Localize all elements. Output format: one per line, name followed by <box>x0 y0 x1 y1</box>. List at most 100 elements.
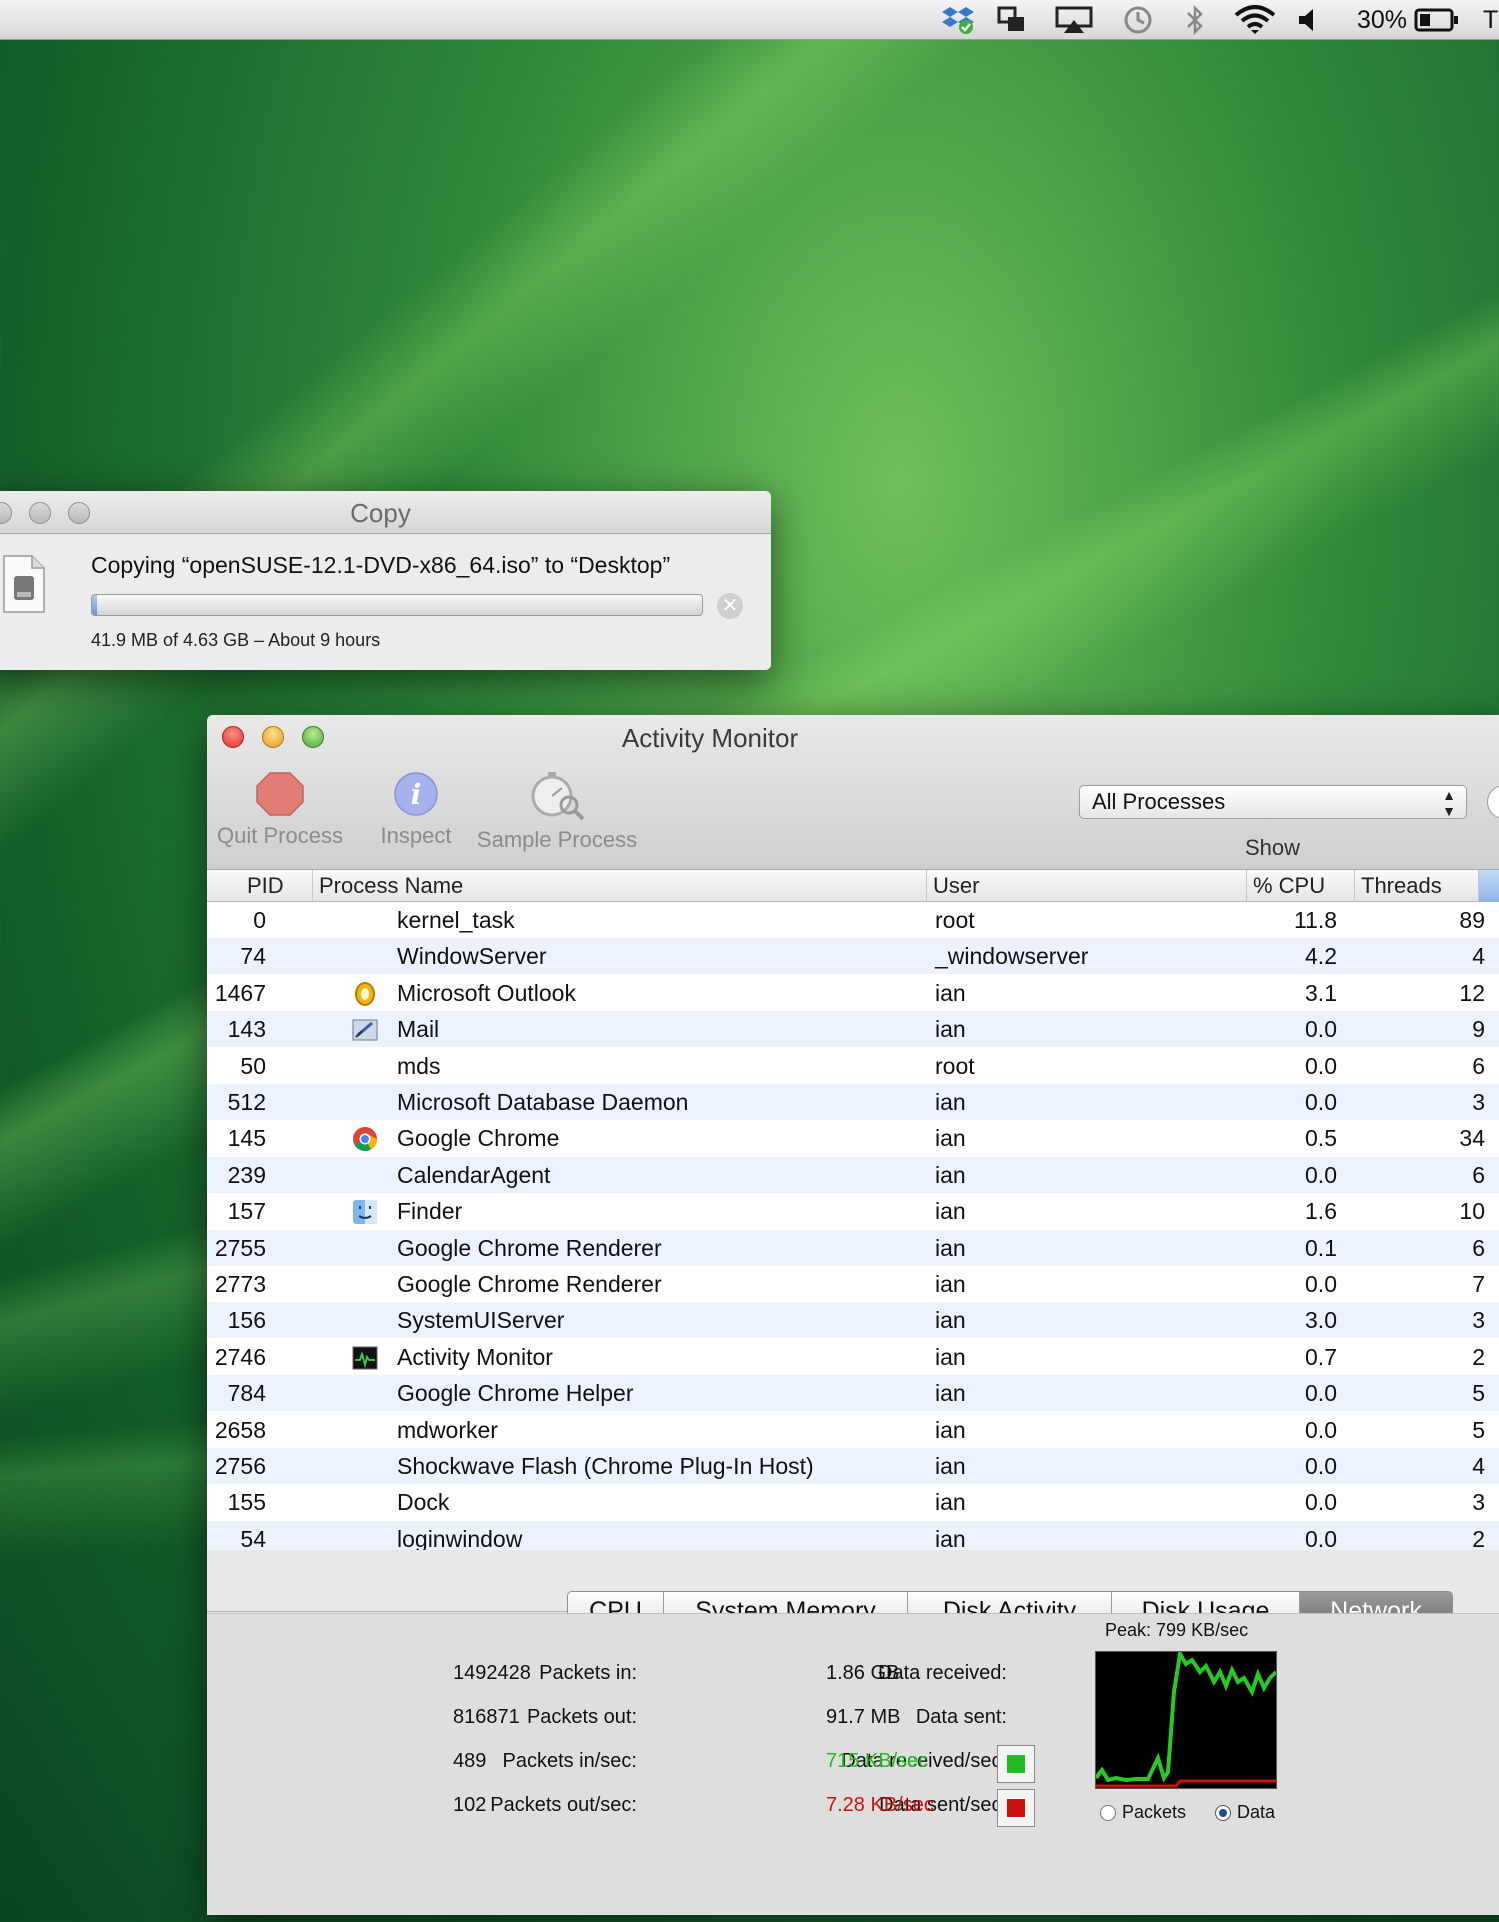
cpu-cell: 0.5 <box>1305 1125 1337 1152</box>
peak-label: Peak: 799 KB/sec <box>1105 1620 1249 1640</box>
display-mirroring-icon[interactable] <box>994 4 1030 36</box>
cpu-cell: 3.1 <box>1305 979 1337 1006</box>
table-row[interactable]: 155 Dock ian 0.0 3 <box>207 1484 1499 1521</box>
user-cell: ian <box>935 1343 966 1370</box>
user-cell: ian <box>935 1453 966 1479</box>
document-icon <box>2 554 46 614</box>
cpu-cell: 11.8 <box>1293 907 1337 933</box>
copy-window: Copy Copying “openSUSE-12.1-DVD-x86_64.i… <box>0 491 771 670</box>
table-row[interactable]: 2756 Shockwave Flash (Chrome Plug-In Host… <box>207 1448 1499 1484</box>
menu-extra-text[interactable]: T <box>1483 4 1498 36</box>
volume-icon[interactable] <box>1294 4 1320 36</box>
threads-cell: 89 <box>1459 907 1485 933</box>
table-row[interactable]: 157 Finder ian 1.6 10 <box>207 1193 1499 1230</box>
packets-radio[interactable]: Packets <box>1100 1802 1186 1823</box>
user-cell: ian <box>935 1307 966 1334</box>
table-row[interactable]: 74 WindowServer _windowserver 4.2 4 <box>207 938 1499 975</box>
column-process-name[interactable]: Process Name <box>313 870 927 902</box>
search-field-edge[interactable] <box>1487 785 1499 819</box>
user-cell: ian <box>935 1489 966 1516</box>
pid-cell: 145 <box>227 1125 266 1152</box>
table-row[interactable]: 156 SystemUIServer ian 3.0 3 <box>207 1302 1499 1339</box>
column-threads[interactable]: Threads <box>1355 870 1479 902</box>
column-user[interactable]: User <box>927 870 1247 902</box>
table-row[interactable]: 145 Google Chrome ian 0.5 34 <box>207 1120 1499 1157</box>
table-row[interactable]: 2746 Activity Monitor ian 0.7 2 <box>207 1338 1499 1375</box>
cpu-cell: 0.0 <box>1305 1016 1337 1043</box>
table-row[interactable]: 0 kernel_task root 11.8 89 <box>207 902 1499 938</box>
am-title-bar[interactable]: Activity Monitor Quit Process i Inspect … <box>207 715 1499 870</box>
packets-radio-button[interactable] <box>1100 1804 1116 1821</box>
cpu-cell: 0.0 <box>1305 1161 1337 1188</box>
table-row[interactable]: 2658 mdworker ian 0.0 5 <box>207 1411 1499 1448</box>
sent-color-well[interactable] <box>997 1789 1035 1827</box>
threads-cell: 6 <box>1472 1234 1485 1261</box>
minimize-button[interactable] <box>262 726 284 748</box>
stop-copy-icon[interactable]: ✕ <box>717 593 743 619</box>
table-row[interactable]: 50 mds root 0.0 6 <box>207 1047 1499 1084</box>
table-row[interactable]: 143 Mail ian 0.0 9 <box>207 1011 1499 1048</box>
threads-cell: 10 <box>1459 1198 1485 1225</box>
table-row[interactable]: 512 Microsoft Database Daemon ian 0.0 3 <box>207 1084 1499 1120</box>
table-row[interactable]: 1467 Microsoft Outlook ian 3.1 12 <box>207 974 1499 1011</box>
pid-cell: 2658 <box>214 1416 266 1443</box>
wifi-icon[interactable] <box>1232 4 1278 36</box>
column-overflow[interactable] <box>1479 870 1499 902</box>
stats-panel: Packets in: 1492428 Packets out: 816871 … <box>207 1613 1499 1915</box>
sample-process-button[interactable]: Sample Process <box>477 771 637 853</box>
process-filter-select[interactable]: All Processes ▲ ▼ <box>1079 785 1467 819</box>
data-sent-label: Data sent: <box>915 1706 1007 1728</box>
zoom-button[interactable] <box>302 726 324 748</box>
table-row[interactable]: 2755 Google Chrome Renderer ian 0.1 6 <box>207 1229 1499 1266</box>
column-pid[interactable]: PID <box>207 870 313 902</box>
user-cell: ian <box>935 1198 966 1225</box>
close-button[interactable] <box>222 726 244 748</box>
data-sent-value: 91.7 MB <box>826 1706 901 1728</box>
received-color-well[interactable] <box>997 1745 1035 1783</box>
show-label: Show <box>1245 835 1301 860</box>
svg-text:i: i <box>411 778 422 811</box>
data-sent-sec-value: 7.28 KB/sec <box>826 1794 934 1816</box>
pid-cell: 50 <box>240 1052 266 1079</box>
time-machine-icon[interactable] <box>1120 4 1156 36</box>
packets-radio-label: Packets <box>1122 1802 1187 1822</box>
copy-status: 41.9 MB of 4.63 GB – About 9 hours <box>91 630 381 650</box>
data-received-value: 1.86 GB <box>826 1662 900 1684</box>
battery-icon[interactable] <box>1414 4 1460 36</box>
inspect-button[interactable]: i Inspect <box>373 771 459 849</box>
pid-cell: 2755 <box>214 1234 266 1261</box>
data-radio-button[interactable] <box>1215 1804 1231 1821</box>
column-cpu[interactable]: % CPU <box>1247 870 1355 902</box>
process-name-cell: mds <box>397 1052 441 1079</box>
packets-out-value: 816871 <box>453 1706 520 1728</box>
airplay-icon[interactable] <box>1054 4 1094 36</box>
cpu-cell: 1.6 <box>1305 1198 1337 1225</box>
mail-icon <box>352 1017 378 1043</box>
battery-percent[interactable]: 30% <box>1357 4 1407 36</box>
data-received-sec-value: 715 KB/sec <box>826 1750 929 1772</box>
table-header: PID Process Name User % CPU Threads <box>207 870 1499 902</box>
received-color-swatch <box>1007 1755 1025 1773</box>
table-row[interactable]: 784 Google Chrome Helper ian 0.0 5 <box>207 1375 1499 1412</box>
table-row[interactable]: 239 CalendarAgent ian 0.0 6 <box>207 1156 1499 1193</box>
quit-process-button[interactable]: Quit Process <box>217 771 343 849</box>
copy-title-bar[interactable]: Copy <box>0 491 771 534</box>
tab-divider-line <box>207 1611 567 1612</box>
table-row[interactable]: 2773 Google Chrome Renderer ian 0.0 7 <box>207 1266 1499 1302</box>
menu-bar: 30% T <box>0 0 1499 40</box>
copy-progress-bar <box>91 594 703 616</box>
user-cell: ian <box>935 979 966 1006</box>
stop-sign-icon <box>256 772 304 816</box>
packets-in-sec-value: 489 <box>453 1750 487 1772</box>
threads-cell: 4 <box>1472 943 1485 970</box>
threads-cell: 3 <box>1472 1307 1485 1334</box>
threads-cell: 2 <box>1472 1343 1485 1370</box>
pid-cell: 143 <box>227 1016 266 1043</box>
cpu-cell: 3.0 <box>1305 1307 1337 1334</box>
copy-progress-fill <box>92 595 98 615</box>
bluetooth-icon[interactable] <box>1180 4 1210 36</box>
data-radio[interactable]: Data <box>1215 1802 1275 1823</box>
dropbox-icon[interactable] <box>938 4 978 36</box>
cpu-cell: 0.0 <box>1305 1489 1337 1516</box>
user-cell: root <box>935 1052 975 1079</box>
